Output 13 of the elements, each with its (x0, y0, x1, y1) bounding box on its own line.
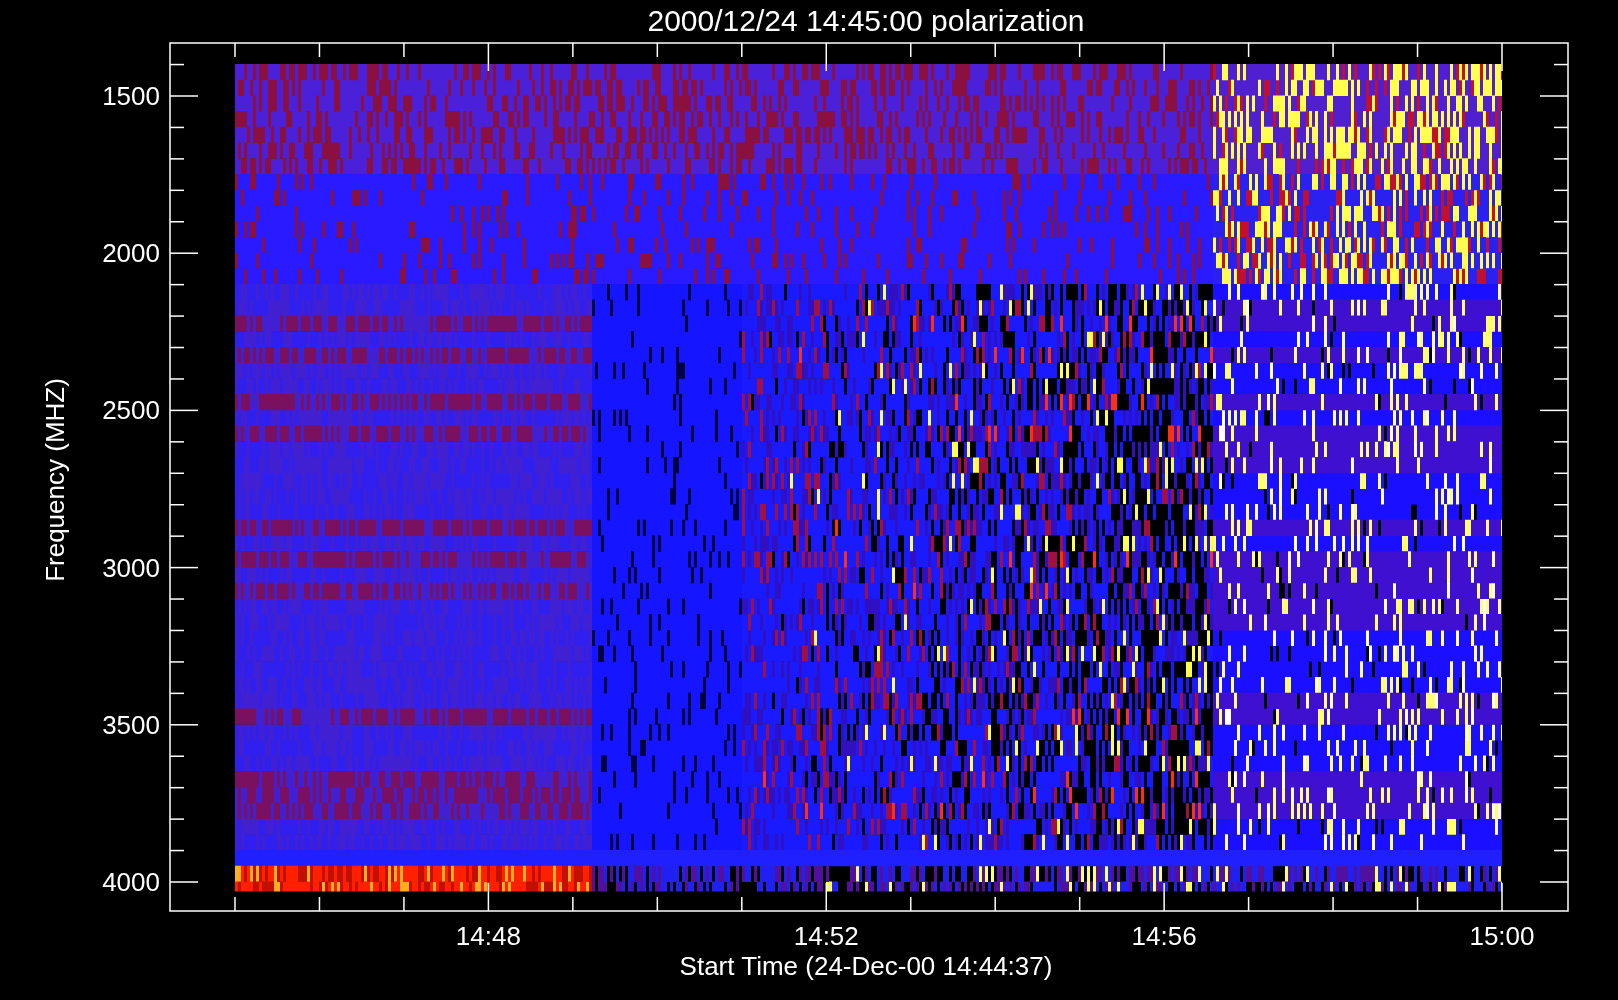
y-tick-label: 4000 (102, 867, 160, 897)
y-tick-label: 2500 (102, 395, 160, 426)
y-axis-label: Frequency (MHZ) (40, 378, 70, 582)
y-tick-label: 1500 (102, 81, 160, 111)
x-tick-label: 15:00 (1469, 921, 1535, 951)
x-axis-label: Start Time (24-Dec-00 14:44:37) (679, 951, 1053, 981)
y-tick-label: 3000 (102, 552, 160, 583)
x-tick-label: 14:56 (1131, 921, 1197, 951)
x-tick-label: 14:48 (455, 921, 521, 951)
y-tick-label: 3500 (102, 709, 160, 740)
plot-title: 2000/12/24 14:45:00 polarization (647, 4, 1085, 37)
y-tick-label: 2000 (102, 238, 160, 269)
x-tick-label: 14:52 (793, 921, 859, 951)
